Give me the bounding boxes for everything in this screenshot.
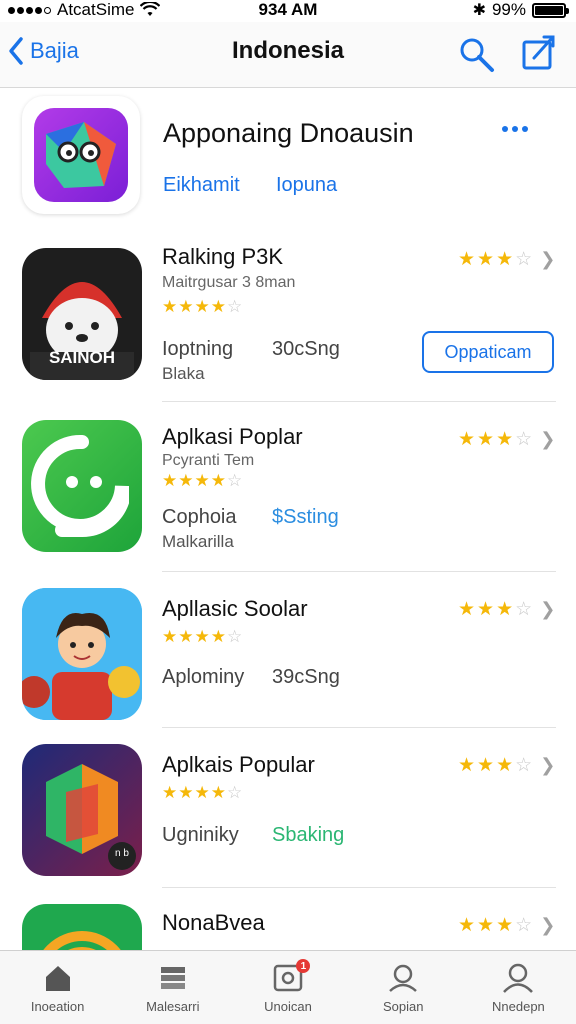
app-name: Ralking P3K (162, 244, 284, 269)
featured-app[interactable]: Apponaing Dnoausin Eikhamit Iopuna (0, 88, 576, 228)
app-icon-chat-green (22, 420, 142, 552)
app-icon-mascot: SAINOH (22, 248, 142, 380)
app-subtitle: Maitrgusar 3 8man (162, 274, 296, 291)
rating-stars-right: ★ ★ ★ ☆ ❯ (458, 249, 556, 270)
search-icon (460, 38, 494, 72)
rating-stars-right: ★ ★ ★ ☆ ❯ (458, 429, 556, 450)
app-meta-b: 30cSng (272, 338, 340, 360)
tab-categories[interactable]: Malesarri (115, 951, 230, 1024)
list-item[interactable]: Apllasic Soolar ★ ★ ★ ☆ ❯ ★ ★ ★ ★ ☆ Aplominy 39… (0, 572, 576, 728)
list-item[interactable]: Aplkasi Poplar ★ ★ ★ ☆ ❯ Pcyranti Tem ★ ★ ★ ★ ☆… (0, 402, 576, 572)
chat-bubble-icon (46, 122, 116, 188)
app-meta-c: Malkarilla (162, 532, 234, 551)
chevron-right-icon[interactable]: ❯ (540, 249, 555, 270)
search-person-icon (389, 964, 418, 992)
featured-app-icon-frame (22, 96, 140, 214)
open-app-button[interactable]: Oppaticam (422, 331, 554, 373)
search-button[interactable] (458, 36, 496, 79)
app-name: Apllasic Soolar (162, 596, 308, 621)
tab-bar: Inoeation Malesarri 1 Unoican Sopian Nne… (0, 950, 576, 1024)
chevron-right-icon[interactable]: ❯ (540, 915, 555, 936)
app-icon-label: n b (115, 848, 129, 859)
chevron-right-icon[interactable]: ❯ (540, 755, 555, 776)
compose-icon (522, 35, 555, 70)
app-meta-a: Aplominy (162, 666, 245, 688)
tab-label: Inoeation (30, 999, 85, 1014)
app-icon-radio (22, 904, 142, 950)
app-meta-a: Cophoia (162, 506, 237, 528)
battery-fill (535, 5, 563, 15)
tab-account[interactable]: Nnedepn (461, 951, 576, 1024)
rating-stars: ★ ★ ★ ★ ☆ (162, 627, 243, 646)
rating-stars-right: ★ ★ ★ ☆ ❯ (458, 599, 556, 620)
featured-link-1[interactable]: Eikhamit (163, 174, 240, 197)
battery-percent: 99% (491, 0, 526, 19)
list-item[interactable]: SAINOH Ralking P3K ★ ★ ★ ☆ ❯ Maitrgusar 3 8… (0, 228, 576, 402)
battery-icon (532, 2, 569, 18)
account-icon (503, 963, 534, 993)
app-icon-label: SAINOH (48, 348, 116, 367)
chevron-right-icon[interactable]: ❯ (540, 429, 555, 450)
notification-badge: 1 (296, 959, 311, 973)
tab-updates[interactable]: 1 Unoican (230, 951, 345, 1024)
chevron-right-icon[interactable]: ❯ (540, 599, 555, 620)
app-subtitle: Pcyranti Tem (162, 452, 255, 469)
list-item[interactable]: n b Aplkais Popular ★ ★ ★ ☆ ❯ ★ ★ ★ ★ ☆ Ugninik… (0, 728, 576, 888)
list-item[interactable]: NonaBvea ★ ★ ★ ☆ ❯ (0, 888, 576, 950)
tab-search[interactable]: Sopian (346, 951, 461, 1024)
app-name: Aplkasi Poplar (162, 424, 303, 449)
tab-featured[interactable]: Inoeation (0, 951, 115, 1024)
app-meta-b: $Ssting (272, 506, 339, 528)
app-meta-a: Ioptning (162, 338, 234, 360)
tab-label: Unoican (264, 999, 312, 1014)
app-icon-purple (34, 108, 128, 202)
rating-stars: ★ ★ ★ ★ ☆ (162, 783, 243, 802)
stack-icon (160, 967, 185, 989)
rating-stars-right: ★ ★ ★ ☆ ❯ (458, 915, 556, 936)
featured-link-2[interactable]: Iopuna (276, 174, 337, 197)
rating-stars: ★ ★ ★ ★ ☆ (162, 471, 243, 490)
home-icon (45, 966, 70, 991)
tab-label: Nnedepn (492, 999, 545, 1014)
app-meta-c: Blaka (162, 364, 205, 383)
status-bar: AtcatSime 934 AM ✱ 99% (0, 0, 576, 22)
app-meta-b: Sbaking (272, 824, 345, 846)
battery-area: ✱ 99% (472, 0, 569, 20)
rating-stars-right: ★ ★ ★ ☆ ❯ (458, 755, 556, 776)
tab-label: Sopian (382, 999, 424, 1014)
navigation-bar: Bajia Indonesia (0, 22, 576, 88)
share-button[interactable] (520, 34, 558, 77)
app-meta-a: Ugniniky (162, 824, 239, 846)
tab-label: Malesarri (146, 999, 200, 1014)
more-options-icon[interactable] (502, 126, 528, 132)
app-name: NonaBvea (162, 910, 265, 935)
app-name: Aplkais Popular (162, 752, 315, 777)
app-icon-game-character (22, 588, 142, 720)
rating-stars: ★ ★ ★ ★ ☆ (162, 297, 243, 316)
app-icon-abstract: n b (22, 744, 142, 876)
app-meta-b: 39cSng (272, 666, 340, 688)
featured-app-title: Apponaing Dnoausin (163, 118, 414, 148)
bluetooth-icon: ✱ (472, 2, 486, 19)
